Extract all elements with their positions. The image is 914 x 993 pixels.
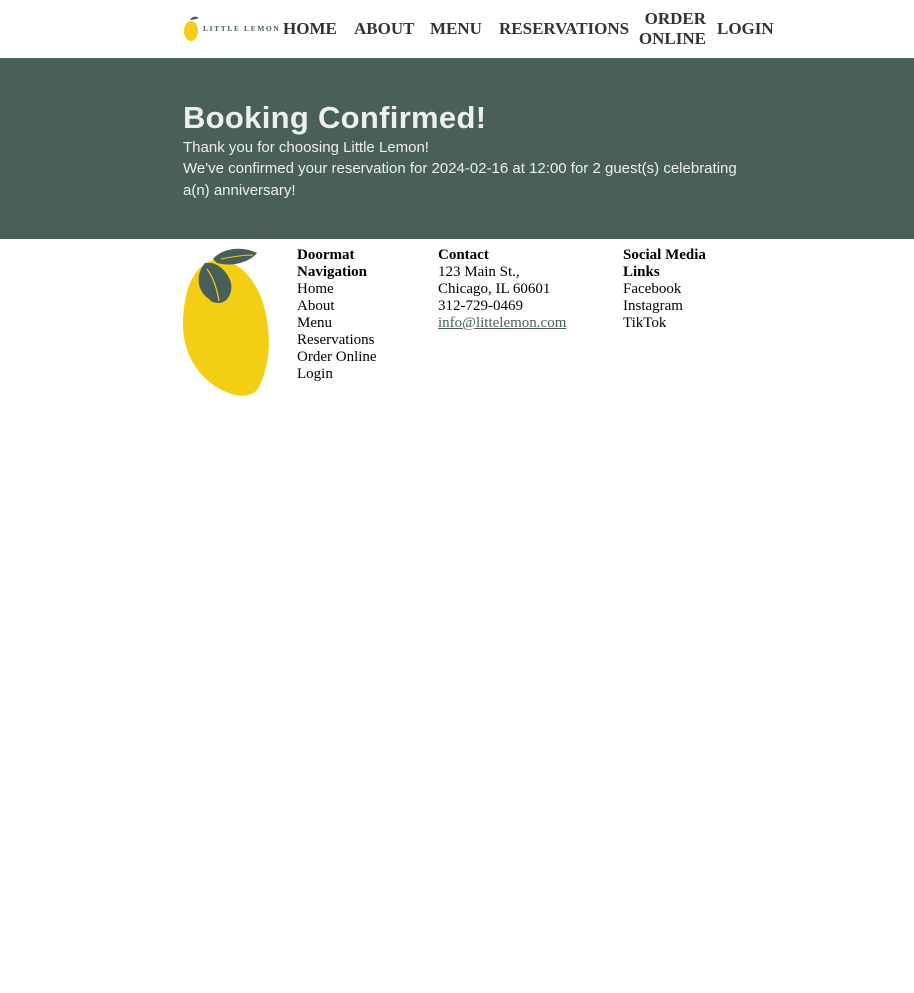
footer-link-home[interactable]: Home [297,281,407,298]
address-line-1: 123 Main St., [438,264,520,280]
logo-text: LITTLE LEMON [203,24,281,33]
phone-number: 312-729-0469 [438,298,523,314]
doormat-navigation: Doormat Navigation Home About Menu Reser… [297,247,407,383]
footer-link-order-online[interactable]: Order Online [297,349,407,366]
nav-menu[interactable]: MENU [430,19,482,39]
social-media-links: Social Media Links Facebook Instagram Ti… [623,247,733,332]
site-header: LITTLE LEMON HOME ABOUT MENU RESERVATION… [0,0,914,58]
email-link[interactable]: info@littelemon.com [438,315,598,332]
nav-home[interactable]: HOME [283,19,337,39]
lemon-footer-icon [183,248,269,396]
nav-order-online[interactable]: ORDER ONLINE [634,9,706,49]
address-line-2: Chicago, IL 60601 [438,281,551,297]
confirmation-banner: Booking Confirmed! Thank you for choosin… [0,58,914,239]
footer-link-menu[interactable]: Menu [297,315,407,332]
social-link-facebook[interactable]: Facebook [623,281,733,298]
lemon-logo-icon [184,16,199,41]
nav-login[interactable]: LOGIN [717,19,774,39]
social-link-instagram[interactable]: Instagram [623,298,733,315]
footer-link-reservations[interactable]: Reservations [297,332,407,349]
nav-reservations[interactable]: RESERVATIONS [499,19,629,39]
thanks-message: Thank you for choosing Little Lemon! [183,139,429,156]
contact-info: Contact 123 Main St., Chicago, IL 60601 … [438,247,598,332]
doormat-heading: Doormat Navigation [297,247,368,280]
page-title: Booking Confirmed! [183,100,487,135]
nav-about[interactable]: ABOUT [354,19,414,39]
little-lemon-logo[interactable]: LITTLE LEMON [183,16,279,42]
footer-link-about[interactable]: About [297,298,407,315]
reservation-details: We've confirmed your reservation for 202… [183,160,737,199]
footer-link-login[interactable]: Login [297,366,407,383]
social-heading: Social Media Links [623,247,706,280]
social-link-tiktok[interactable]: TikTok [623,315,733,332]
contact-heading: Contact [438,247,489,263]
